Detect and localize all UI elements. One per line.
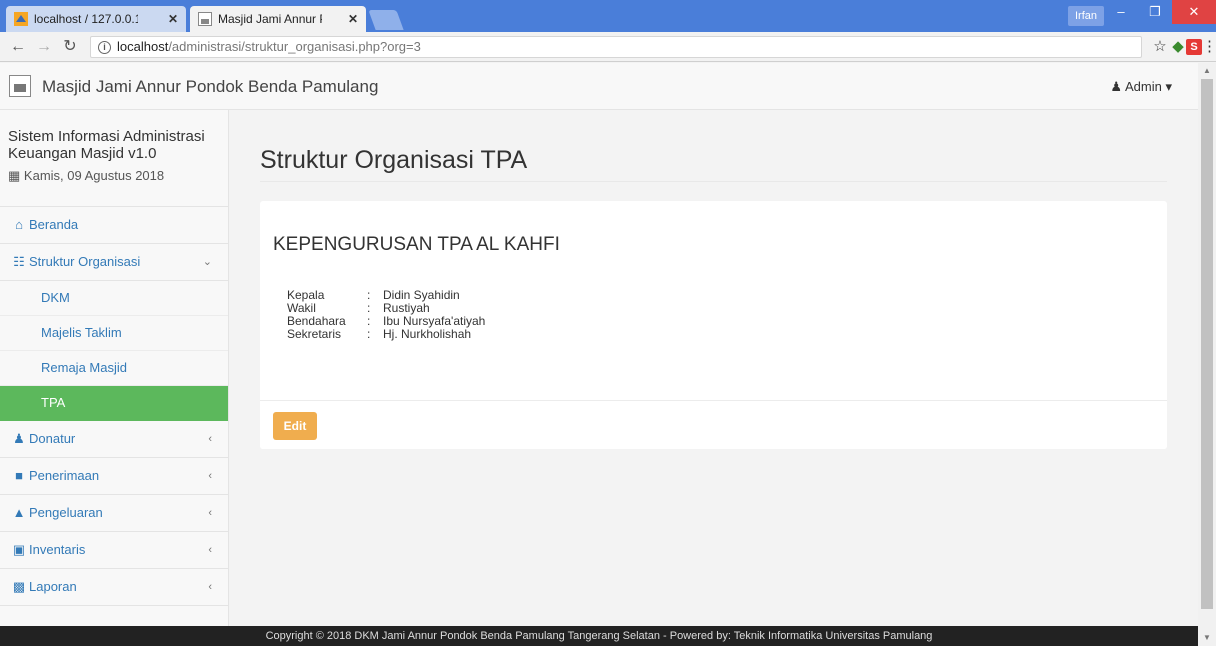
close-tab-icon[interactable]: ✕ <box>348 6 358 32</box>
address-bar[interactable]: i localhost/administrasi/struktur_organi… <box>90 36 1142 58</box>
browser-tab-masjid[interactable]: Masjid Jami Annur Pondok ✕ <box>190 6 366 32</box>
organization-panel: KEPENGURUSAN TPA AL KAHFI Kepala : Didin… <box>260 201 1167 449</box>
separator: : <box>367 327 371 341</box>
folder-icon: ■ <box>15 468 23 483</box>
profile-button[interactable]: Irfan <box>1067 6 1104 26</box>
sidebar-item-laporan[interactable]: ▩ Laporan ‹ <box>0 569 228 606</box>
app-title[interactable]: Masjid Jami Annur Pondok Benda Pamulang <box>42 77 378 97</box>
system-info: Sistem Informasi Administrasi Keuangan M… <box>0 110 228 207</box>
sidebar-item-pengeluaran[interactable]: ▲ Pengeluaran ‹ <box>0 495 228 532</box>
edit-button[interactable]: Edit <box>273 412 317 440</box>
browser-tab-phpmyadmin[interactable]: localhost / 127.0.0.1 / adr ✕ <box>6 6 186 32</box>
close-window-icon[interactable]: ✕ <box>1172 0 1216 24</box>
sidebar-item-inventaris[interactable]: ▣ Inventaris ‹ <box>0 532 228 569</box>
users-icon: ♟ <box>13 431 25 446</box>
app-navbar: Masjid Jami Annur Pondok Benda Pamulang … <box>0 63 1198 110</box>
forward-arrow-icon[interactable]: → <box>34 37 54 57</box>
window-controls: – ❐ ✕ <box>1104 0 1216 24</box>
sidebar-item-beranda[interactable]: ⌂ Beranda <box>0 207 228 244</box>
sidebar-subitem-tpa[interactable]: TPA <box>0 386 228 421</box>
bookmark-star-icon[interactable]: ☆ <box>1150 37 1170 57</box>
close-tab-icon[interactable]: ✕ <box>168 6 178 32</box>
chevron-left-icon: ‹ <box>208 581 212 593</box>
tab-title: Masjid Jami Annur Pondok <box>218 12 322 26</box>
book-icon: ▩ <box>12 579 26 594</box>
sidebar-subitem-majelis-taklim[interactable]: Majelis Taklim <box>0 316 228 351</box>
page-footer: Copyright © 2018 DKM Jami Annur Pondok B… <box>0 626 1198 646</box>
extension-s-icon[interactable]: S <box>1186 39 1202 55</box>
reload-icon[interactable]: ↻ <box>60 37 80 57</box>
admin-label: Admin <box>1124 79 1162 94</box>
user-icon: ♟ <box>1110 79 1123 94</box>
title-divider <box>260 181 1167 182</box>
caret-down-icon: ▾ <box>1165 79 1172 94</box>
chevron-left-icon: ‹ <box>208 544 212 556</box>
browser-tab-bar: localhost / 127.0.0.1 / adr ✕ Masjid Jam… <box>0 0 1216 32</box>
sitemap-icon: ☷ <box>13 254 25 269</box>
vertical-scrollbar[interactable]: ▲ ▼ <box>1198 63 1216 646</box>
calendar-icon: ▦ <box>8 168 21 183</box>
minimize-icon[interactable]: – <box>1104 0 1138 24</box>
panel-heading: KEPENGURUSAN TPA AL KAHFI <box>273 234 560 255</box>
folder-open-icon: ▲ <box>12 505 26 520</box>
chevron-left-icon: ‹ <box>208 507 212 519</box>
member-name: Hj. Nurkholishah <box>383 327 472 341</box>
maximize-icon[interactable]: ❐ <box>1138 0 1172 24</box>
scroll-down-icon[interactable]: ▼ <box>1198 630 1216 646</box>
role-label: Sekretaris <box>287 327 342 341</box>
url-path: /administrasi/struktur_organisasi.php?or… <box>168 39 421 54</box>
chevron-down-icon: ⌄ <box>202 256 212 268</box>
tab-title: localhost / 127.0.0.1 / adr <box>34 12 138 26</box>
organization-table: Kepala : Didin Syahidin Wakil : Rustiyah… <box>287 289 485 341</box>
phpmyadmin-icon <box>14 12 28 26</box>
scrollbar-thumb[interactable] <box>1201 79 1213 609</box>
table-row: Sekretaris : Hj. Nurkholishah <box>287 328 485 341</box>
sidebar-subitem-remaja-masjid[interactable]: Remaja Masjid <box>0 351 228 386</box>
info-icon[interactable]: i <box>98 41 111 54</box>
sidebar-subitem-dkm[interactable]: DKM <box>0 281 228 316</box>
mosque-favicon-icon <box>198 12 212 26</box>
current-date: ▦ Kamis, 09 Agustus 2018 <box>8 168 165 183</box>
new-tab-button[interactable] <box>368 10 404 30</box>
page-title: Struktur Organisasi TPA <box>260 146 528 174</box>
browser-menu-icon[interactable]: ⋮ <box>1202 37 1216 57</box>
sidebar-item-penerimaan[interactable]: ■ Penerimaan ‹ <box>0 458 228 495</box>
sidebar: Sistem Informasi Administrasi Keuangan M… <box>0 110 229 626</box>
extension-globe-icon[interactable]: ◆ <box>1168 37 1188 57</box>
panel-footer: Edit <box>260 400 1167 449</box>
chevron-left-icon: ‹ <box>208 433 212 445</box>
chevron-left-icon: ‹ <box>208 470 212 482</box>
system-name: Sistem Informasi Administrasi Keuangan M… <box>8 128 205 162</box>
admin-user-menu[interactable]: ♟ Admin ▾ <box>1110 79 1172 95</box>
archive-icon: ▣ <box>12 542 26 557</box>
scroll-up-icon[interactable]: ▲ <box>1198 63 1216 79</box>
mosque-logo-icon[interactable] <box>9 75 31 97</box>
browser-toolbar: ← → ↻ i localhost/administrasi/struktur_… <box>0 32 1216 62</box>
back-arrow-icon[interactable]: ← <box>8 37 28 57</box>
sidebar-item-struktur-organisasi[interactable]: ☷ Struktur Organisasi ⌄ <box>0 244 228 281</box>
url-host: localhost <box>117 39 169 54</box>
home-icon: ⌂ <box>15 217 23 232</box>
sidebar-item-donatur[interactable]: ♟ Donatur ‹ <box>0 421 228 458</box>
